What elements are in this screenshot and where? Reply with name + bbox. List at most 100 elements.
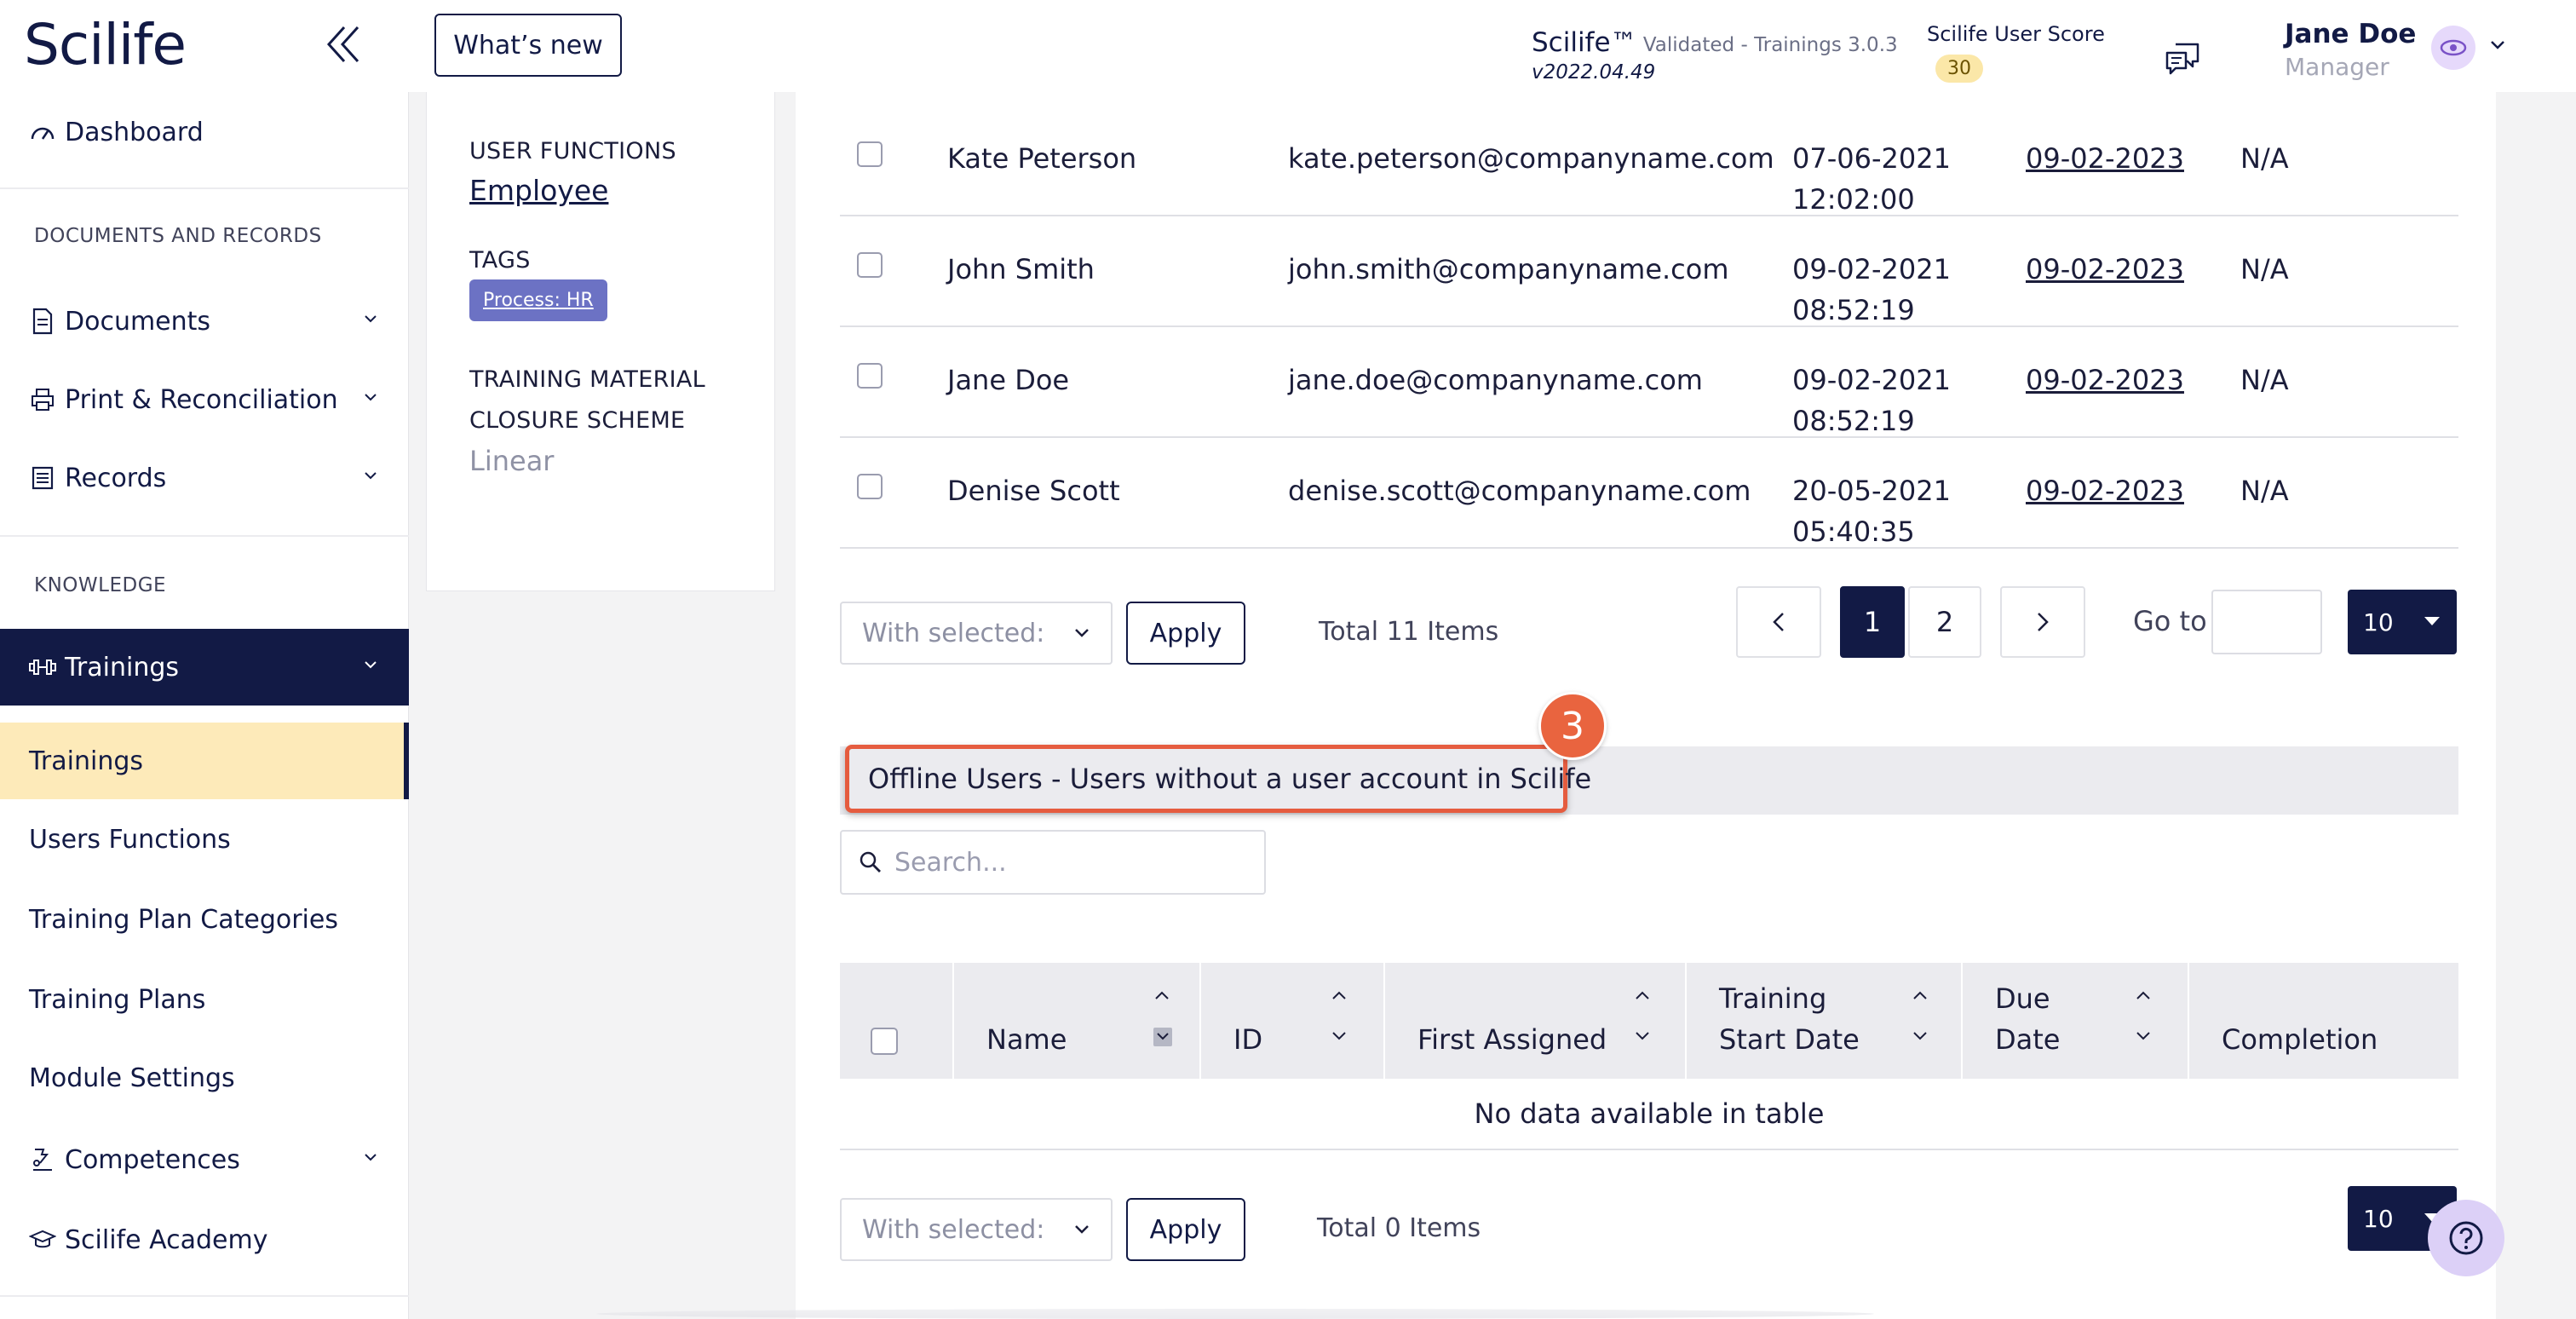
competences-icon: [27, 1144, 58, 1175]
column-label-line2: Start Date: [1719, 1023, 1860, 1056]
sidebar-divider: [0, 1295, 409, 1297]
caret-down-icon: [2424, 617, 2440, 625]
sidebar-subitem-trainings[interactable]: Trainings: [0, 723, 409, 799]
bottom-shadow: [596, 1309, 1874, 1319]
column-label: ID: [1233, 1023, 1263, 1056]
tags-label: TAGS: [469, 247, 531, 274]
assigned-time: 08:52:19: [1792, 294, 1915, 326]
row-checkbox[interactable]: [857, 363, 883, 389]
user-email-cell: denise.scott@companyname.com: [1288, 475, 1751, 507]
user-role: Manager: [2285, 53, 2389, 81]
empty-table-message: No data available in table: [840, 1079, 2458, 1150]
total-items: Total 11 Items: [1319, 617, 1499, 647]
sidebar-item-print-reconciliation[interactable]: Print & Reconciliation: [0, 361, 409, 438]
column-label: Completion: [2222, 1023, 2378, 1056]
page-2-button[interactable]: 2: [1908, 586, 1981, 658]
go-to-page-input[interactable]: [2211, 590, 2322, 654]
sidebar: Dashboard DOCUMENTS AND RECORDS Document…: [0, 92, 409, 1319]
due-date-link[interactable]: 09-02-2023: [2026, 138, 2184, 179]
help-icon: [2449, 1221, 2483, 1255]
page-1-button[interactable]: 1: [1840, 586, 1905, 658]
sidebar-subitem-users-functions[interactable]: Users Functions: [0, 801, 409, 878]
avatar-icon: [2440, 39, 2467, 56]
sidebar-item-records[interactable]: Records: [0, 440, 409, 516]
user-menu-chevron[interactable]: [2489, 39, 2506, 51]
sidebar-section-documents: DOCUMENTS AND RECORDS: [34, 225, 322, 247]
with-selected-label: With selected:: [862, 618, 1045, 648]
user-functions-link[interactable]: Employee: [469, 174, 608, 207]
go-to-label: Go to: [2133, 605, 2207, 637]
table-row: Denise Scott denise.scott@companyname.co…: [840, 438, 2458, 549]
chevron-down-icon: [2491, 41, 2504, 49]
column-header-id[interactable]: ID: [1201, 963, 1385, 1079]
assigned-time: 08:52:19: [1792, 405, 1915, 437]
row-checkbox[interactable]: [857, 141, 883, 167]
apply-button[interactable]: Apply: [1126, 1198, 1245, 1261]
due-date-link[interactable]: 09-02-2023: [2026, 470, 2184, 511]
select-all-column: [840, 963, 954, 1079]
collapse-icon: [326, 26, 359, 63]
user-menu[interactable]: Jane Doe Manager: [2285, 19, 2416, 81]
user-email-cell: john.smith@companyname.com: [1288, 253, 1729, 285]
user-email-cell: jane.doe@companyname.com: [1288, 364, 1703, 396]
sidebar-item-dashboard[interactable]: Dashboard: [0, 94, 409, 170]
column-header-completion[interactable]: Completion: [2189, 963, 2458, 1079]
chevron-down-icon: [365, 315, 377, 323]
validated-label: Validated - Trainings 3.0.3: [1636, 34, 1898, 56]
closure-scheme-label-line2: CLOSURE SCHEME: [469, 407, 686, 434]
sidebar-item-label: Dashboard: [65, 117, 204, 147]
with-selected-dropdown[interactable]: With selected:: [840, 602, 1113, 665]
select-all-checkbox[interactable]: [871, 1028, 898, 1055]
column-header-due-date[interactable]: Due Date: [1963, 963, 2189, 1079]
search-input[interactable]: [894, 847, 1235, 878]
chevron-down-icon: [1075, 629, 1089, 637]
avatar[interactable]: [2431, 26, 2475, 70]
chevron-down-icon: [365, 661, 377, 669]
column-label: Name: [986, 1023, 1067, 1056]
row-checkbox[interactable]: [857, 252, 883, 278]
apply-button[interactable]: Apply: [1126, 602, 1245, 665]
offline-users-search[interactable]: [840, 830, 1266, 895]
sidebar-subitem-training-plans[interactable]: Training Plans: [0, 961, 409, 1038]
column-header-first-assigned[interactable]: First Assigned: [1385, 963, 1687, 1079]
page-size-select[interactable]: 10: [2348, 590, 2457, 654]
table-row: John Smith john.smith@companyname.com 09…: [840, 216, 2458, 327]
assigned-date-cell: 09-02-2021 08:52:19: [1792, 360, 1951, 441]
sort-icon: [1913, 991, 1927, 1040]
column-label-line1: Due: [1995, 982, 2050, 1015]
row-checkbox[interactable]: [857, 474, 883, 499]
sidebar-item-competences[interactable]: Competences: [0, 1121, 409, 1198]
sidebar-subitem-module-settings[interactable]: Module Settings: [0, 1040, 409, 1116]
sidebar-item-scilife-academy[interactable]: Scilife Academy: [0, 1201, 409, 1278]
column-header-training-start-date[interactable]: Training Start Date: [1687, 963, 1963, 1079]
print-icon: [27, 384, 58, 415]
previous-page-button[interactable]: [1736, 586, 1821, 658]
sidebar-subitem-training-plan-categories[interactable]: Training Plan Categories: [0, 881, 409, 958]
sidebar-item-label: Records: [65, 463, 167, 493]
scilife-logo[interactable]: Scilife: [24, 12, 187, 78]
due-date-link[interactable]: 09-02-2023: [2026, 360, 2184, 400]
completion-cell: N/A: [2240, 253, 2289, 285]
sidebar-item-trainings[interactable]: Trainings: [0, 629, 409, 706]
assigned-date: 07-06-2021: [1792, 142, 1951, 175]
due-date-link[interactable]: 09-02-2023: [2026, 249, 2184, 290]
collapse-sidebar-button[interactable]: [325, 24, 363, 65]
assigned-date: 09-02-2021: [1792, 253, 1951, 285]
column-header-name[interactable]: Name: [954, 963, 1201, 1079]
assigned-date: 20-05-2021: [1792, 475, 1951, 507]
assigned-time: 05:40:35: [1792, 516, 1915, 548]
next-page-button[interactable]: [2000, 586, 2085, 658]
user-name-cell: Denise Scott: [947, 475, 1120, 507]
tag-chip[interactable]: Process: HR: [469, 279, 607, 321]
chat-button[interactable]: [2164, 39, 2201, 77]
total-items: Total 0 Items: [1317, 1213, 1481, 1243]
trainings-icon: [27, 652, 58, 683]
with-selected-dropdown[interactable]: With selected:: [840, 1198, 1113, 1261]
whats-new-button[interactable]: What’s new: [434, 14, 622, 77]
offline-users-section-title: Offline Users - Users without a user acc…: [845, 745, 1591, 813]
with-selected-label: With selected:: [862, 1214, 1045, 1245]
user-name-cell: John Smith: [947, 253, 1095, 285]
sidebar-item-documents[interactable]: Documents: [0, 283, 409, 360]
help-button[interactable]: [2428, 1200, 2504, 1276]
sidebar-item-label: Print & Reconciliation: [65, 384, 338, 415]
